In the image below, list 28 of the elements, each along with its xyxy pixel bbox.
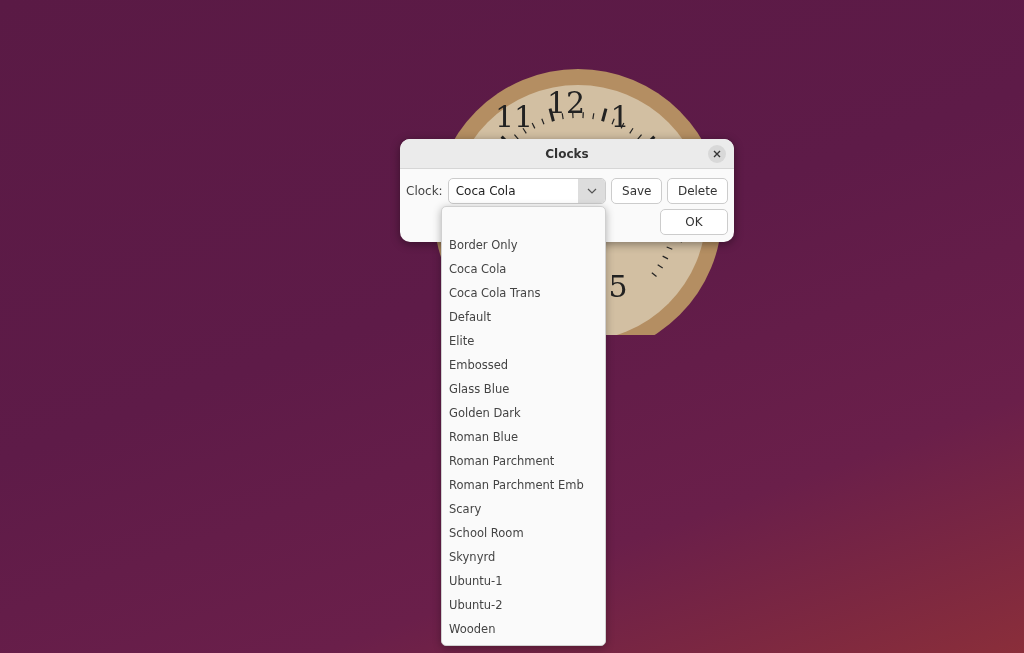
close-icon (713, 150, 721, 158)
save-button[interactable]: Save (611, 178, 663, 204)
menu-item[interactable]: Elite (442, 329, 605, 353)
menu-item[interactable]: Border Only (442, 233, 605, 257)
menu-item[interactable]: Default (442, 305, 605, 329)
combo-value: Coca Cola (454, 183, 517, 200)
menu-item[interactable]: Roman Parchment Emb (442, 473, 605, 497)
menu-item[interactable]: Ubuntu-2 (442, 593, 605, 617)
chevron-down-icon (586, 188, 597, 194)
menu-item[interactable]: Skynyrd (442, 545, 605, 569)
dialog-title: Clocks (545, 146, 589, 161)
delete-button[interactable]: Delete (667, 178, 728, 204)
menu-item[interactable]: Ubuntu-1 (442, 569, 605, 593)
menu-item[interactable]: Roman Blue (442, 425, 605, 449)
clock-combo-box[interactable]: Coca Cola (447, 178, 607, 204)
menu-item[interactable]: Wooden (442, 617, 605, 641)
menu-item[interactable]: Scary (442, 497, 605, 521)
dropdown-toggle[interactable] (578, 179, 606, 203)
menu-item[interactable]: Coca Cola Trans (442, 281, 605, 305)
ok-button[interactable]: OK (660, 209, 728, 235)
menu-item[interactable]: Golden Dark (442, 401, 605, 425)
clock-label: Clock: (406, 184, 443, 198)
menu-item[interactable]: School Room (442, 521, 605, 545)
menu-item[interactable]: Coca Cola (442, 257, 605, 281)
menu-item[interactable]: Glass Blue (442, 377, 605, 401)
menu-item[interactable]: Roman Parchment (442, 449, 605, 473)
close-button[interactable] (708, 145, 726, 163)
menu-item[interactable]: Embossed (442, 353, 605, 377)
